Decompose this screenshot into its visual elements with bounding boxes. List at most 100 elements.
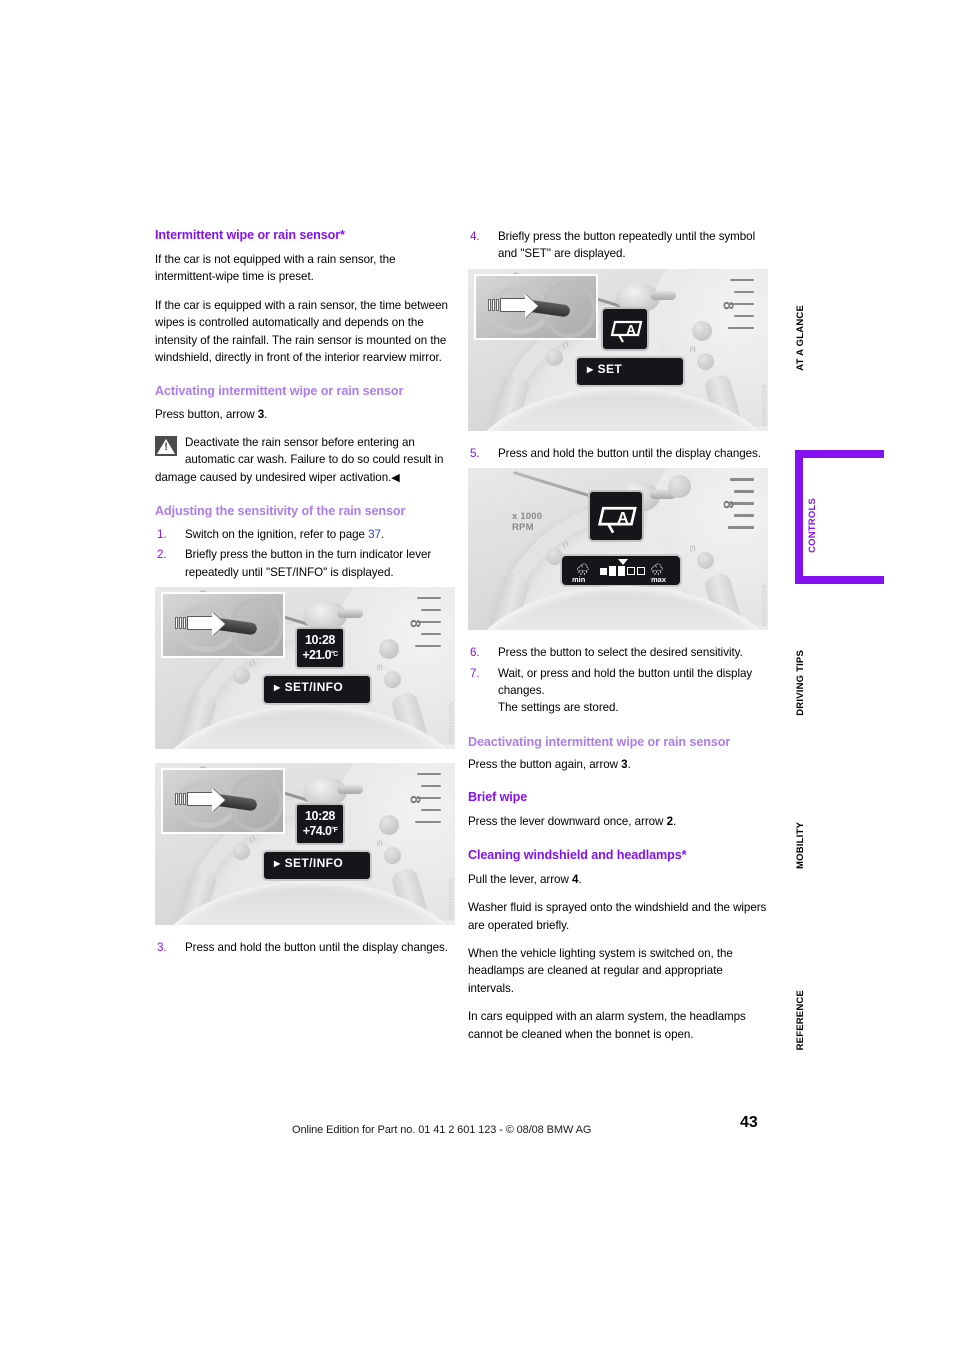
sidebar-item-mobility[interactable]: MOBILITY — [795, 822, 855, 869]
list-item: 4. Briefly press the button repeatedly un… — [468, 228, 768, 263]
wiper-auto-icon: A — [610, 320, 643, 343]
svg-text:A: A — [617, 510, 629, 527]
play-triangle-icon: ▶ — [587, 364, 594, 374]
right-column: 4. Briefly press the button repeatedly un… — [468, 228, 768, 1043]
level-box-filled — [600, 567, 607, 575]
cleaning-paragraph-1: Washer fluid is sprayed onto the windshi… — [468, 901, 767, 932]
subheading-activating: Activating intermittent wipe or rain sen… — [155, 384, 404, 399]
step-text: Briefly press the button in the turn ind… — [185, 548, 432, 579]
list-item: 1. Switch on the ignition, refer to page … — [155, 526, 455, 543]
lcd-set-bar: ▶ SET — [575, 355, 685, 387]
figure-reference-code: WCCD71USCS — [447, 703, 453, 745]
lcd-temperature-unit: °C — [330, 650, 338, 658]
gauge-scale-ticks — [391, 769, 447, 845]
sidebar-item-at-a-glance[interactable]: AT A GLANCE — [795, 305, 855, 371]
step-text: Switch on the ignition, refer to page — [185, 527, 369, 541]
deactivating-period: . — [627, 758, 631, 772]
gauge-digit-8: 8 — [406, 619, 424, 628]
lcd-time-temperature: 10:28 +21.0°C — [295, 626, 345, 669]
step-extra-text: The settings are stored. — [498, 701, 619, 715]
gauge-digit-8: 8 — [719, 301, 737, 310]
step-number: 7. — [470, 666, 480, 680]
step-number: 6. — [470, 646, 480, 660]
list-item: 3. Press and hold the button until the di… — [155, 939, 455, 956]
figure-dashboard-setinfo-fahrenheit: 8 ( ) (!) 10:28 +74.0°F ▶ SET/INFO WCCD71… — [155, 762, 455, 925]
brief-wipe-period: . — [672, 815, 677, 829]
press-arrow-icon — [187, 791, 213, 806]
rpm-label-line1: x 1000 — [512, 511, 543, 523]
figure-dashboard-set-symbol: 8 ( ) (!) A ▶ SET WCCD71USCS — [468, 268, 768, 431]
list-item: 5. Press and hold the button until the di… — [468, 445, 768, 462]
heading-brief-wipe: Brief wipe — [468, 790, 528, 805]
activating-period: . — [264, 407, 268, 421]
step-text: Wait, or press and hold the button until… — [498, 666, 753, 697]
svg-text:A: A — [626, 322, 636, 337]
activating-text: Press button, arrow — [155, 407, 258, 421]
step-text: Press and hold the button until the disp… — [185, 940, 448, 954]
list-item: 7. Wait, or press and hold the button unt… — [468, 665, 768, 717]
lcd-temperature-unit: °F — [331, 826, 338, 834]
dash-button-right — [384, 670, 401, 688]
level-box-filled — [618, 566, 625, 577]
dash-button-left — [233, 666, 250, 684]
dash-button-right — [384, 846, 401, 864]
intro-paragraph-1: If the car is not equipped with a rain s… — [155, 252, 396, 284]
intro-paragraph-2: If the car is equipped with a rain senso… — [155, 298, 448, 364]
lcd-set-label: SET — [597, 361, 623, 376]
dash-button-left — [233, 842, 250, 860]
lcd-time-value: 10:28 — [305, 808, 335, 823]
footer-edition-notice: Online Edition for Part no. 01 41 2 601 … — [292, 1124, 592, 1136]
step-number: 4. — [470, 230, 480, 243]
page-title: Intermittent wipe or rain sensor* — [155, 228, 345, 242]
steps-upper-list: 4. Briefly press the button repeatedly un… — [468, 228, 768, 263]
figure-dashboard-sensitivity: 8 x 1000 RPM ( ) (!) A 🌧 🌧 min max WCCD7… — [468, 468, 768, 631]
adjusting-steps-list: 1. Switch on the ignition, refer to page … — [155, 526, 455, 581]
dash-indicator-lamp — [379, 814, 399, 835]
press-arrow-icon — [187, 615, 213, 630]
deactivating-text: Press the button again, arrow — [468, 758, 622, 772]
page-number: 43 — [740, 1114, 758, 1131]
selection-caret-icon — [618, 559, 628, 566]
activating-instruction: Press button, arrow 3. — [155, 406, 455, 423]
level-box-filled — [609, 566, 616, 577]
subheading-adjusting: Adjusting the sensitivity of the rain se… — [155, 504, 406, 519]
left-column: Intermittent wipe or rain sensor* If the… — [155, 228, 455, 959]
level-box-empty — [627, 567, 635, 576]
subheading-deactivating: Deactivating intermittent wipe or rain s… — [468, 734, 731, 749]
sensitivity-level-boxes — [600, 566, 645, 577]
figure-dashboard-setinfo-celsius: 8 ( ) (!) 10:28 +21.0°C ▶ SET/INFO WCCD71… — [155, 586, 455, 749]
dash-button-left — [546, 348, 563, 366]
inset-lever-closeup — [161, 591, 285, 658]
manual-page: Intermittent wipe or rain sensor* If the… — [0, 0, 954, 1350]
gauge-hub-stem — [337, 784, 363, 794]
sidebar-item-controls[interactable]: CONTROLS — [807, 498, 867, 553]
figure-reference-code: WCCD71USCS — [447, 879, 453, 921]
gauge-digit-8: 8 — [406, 795, 424, 804]
lever-button-bars — [175, 792, 187, 805]
scale-label-min: min — [572, 575, 586, 585]
gauge-scale-ticks — [704, 275, 760, 351]
play-triangle-icon: ▶ — [274, 858, 281, 868]
dash-button-right — [697, 352, 714, 370]
wiper-auto-icon: A — [597, 507, 637, 534]
lcd-wiper-symbol: A — [588, 490, 644, 543]
gauge-scale-ticks — [391, 593, 447, 669]
cleaning-paragraph-2: When the vehicle lighting system is swit… — [468, 947, 733, 995]
page-cross-reference[interactable]: 37 — [368, 528, 381, 541]
lcd-time-value: 10:28 — [305, 632, 335, 647]
sidebar-item-driving-tips[interactable]: DRIVING TIPS — [795, 650, 855, 716]
sidebar-item-reference[interactable]: REFERENCE — [795, 990, 855, 1050]
lcd-setinfo-bar: ▶ SET/INFO — [262, 673, 372, 705]
step-number: 2. — [157, 548, 167, 562]
step-text-post: . — [380, 527, 385, 541]
lcd-wiper-symbol: A — [601, 306, 649, 351]
dash-label-right: (!) — [690, 546, 696, 553]
gauge-digit-8: 8 — [719, 500, 737, 509]
deactivating-instruction: Press the button again, arrow 3. — [468, 756, 768, 773]
step-number: 1. — [157, 527, 167, 541]
warning-note: ! Deactivate the rain sensor before enter… — [155, 434, 455, 486]
gauge-hub-stem — [337, 608, 363, 618]
cleaning-instruction: Pull the lever, arrow 4. — [468, 871, 768, 888]
lever-button-bars — [175, 616, 187, 629]
note-end-marker: ◀ — [391, 471, 400, 484]
